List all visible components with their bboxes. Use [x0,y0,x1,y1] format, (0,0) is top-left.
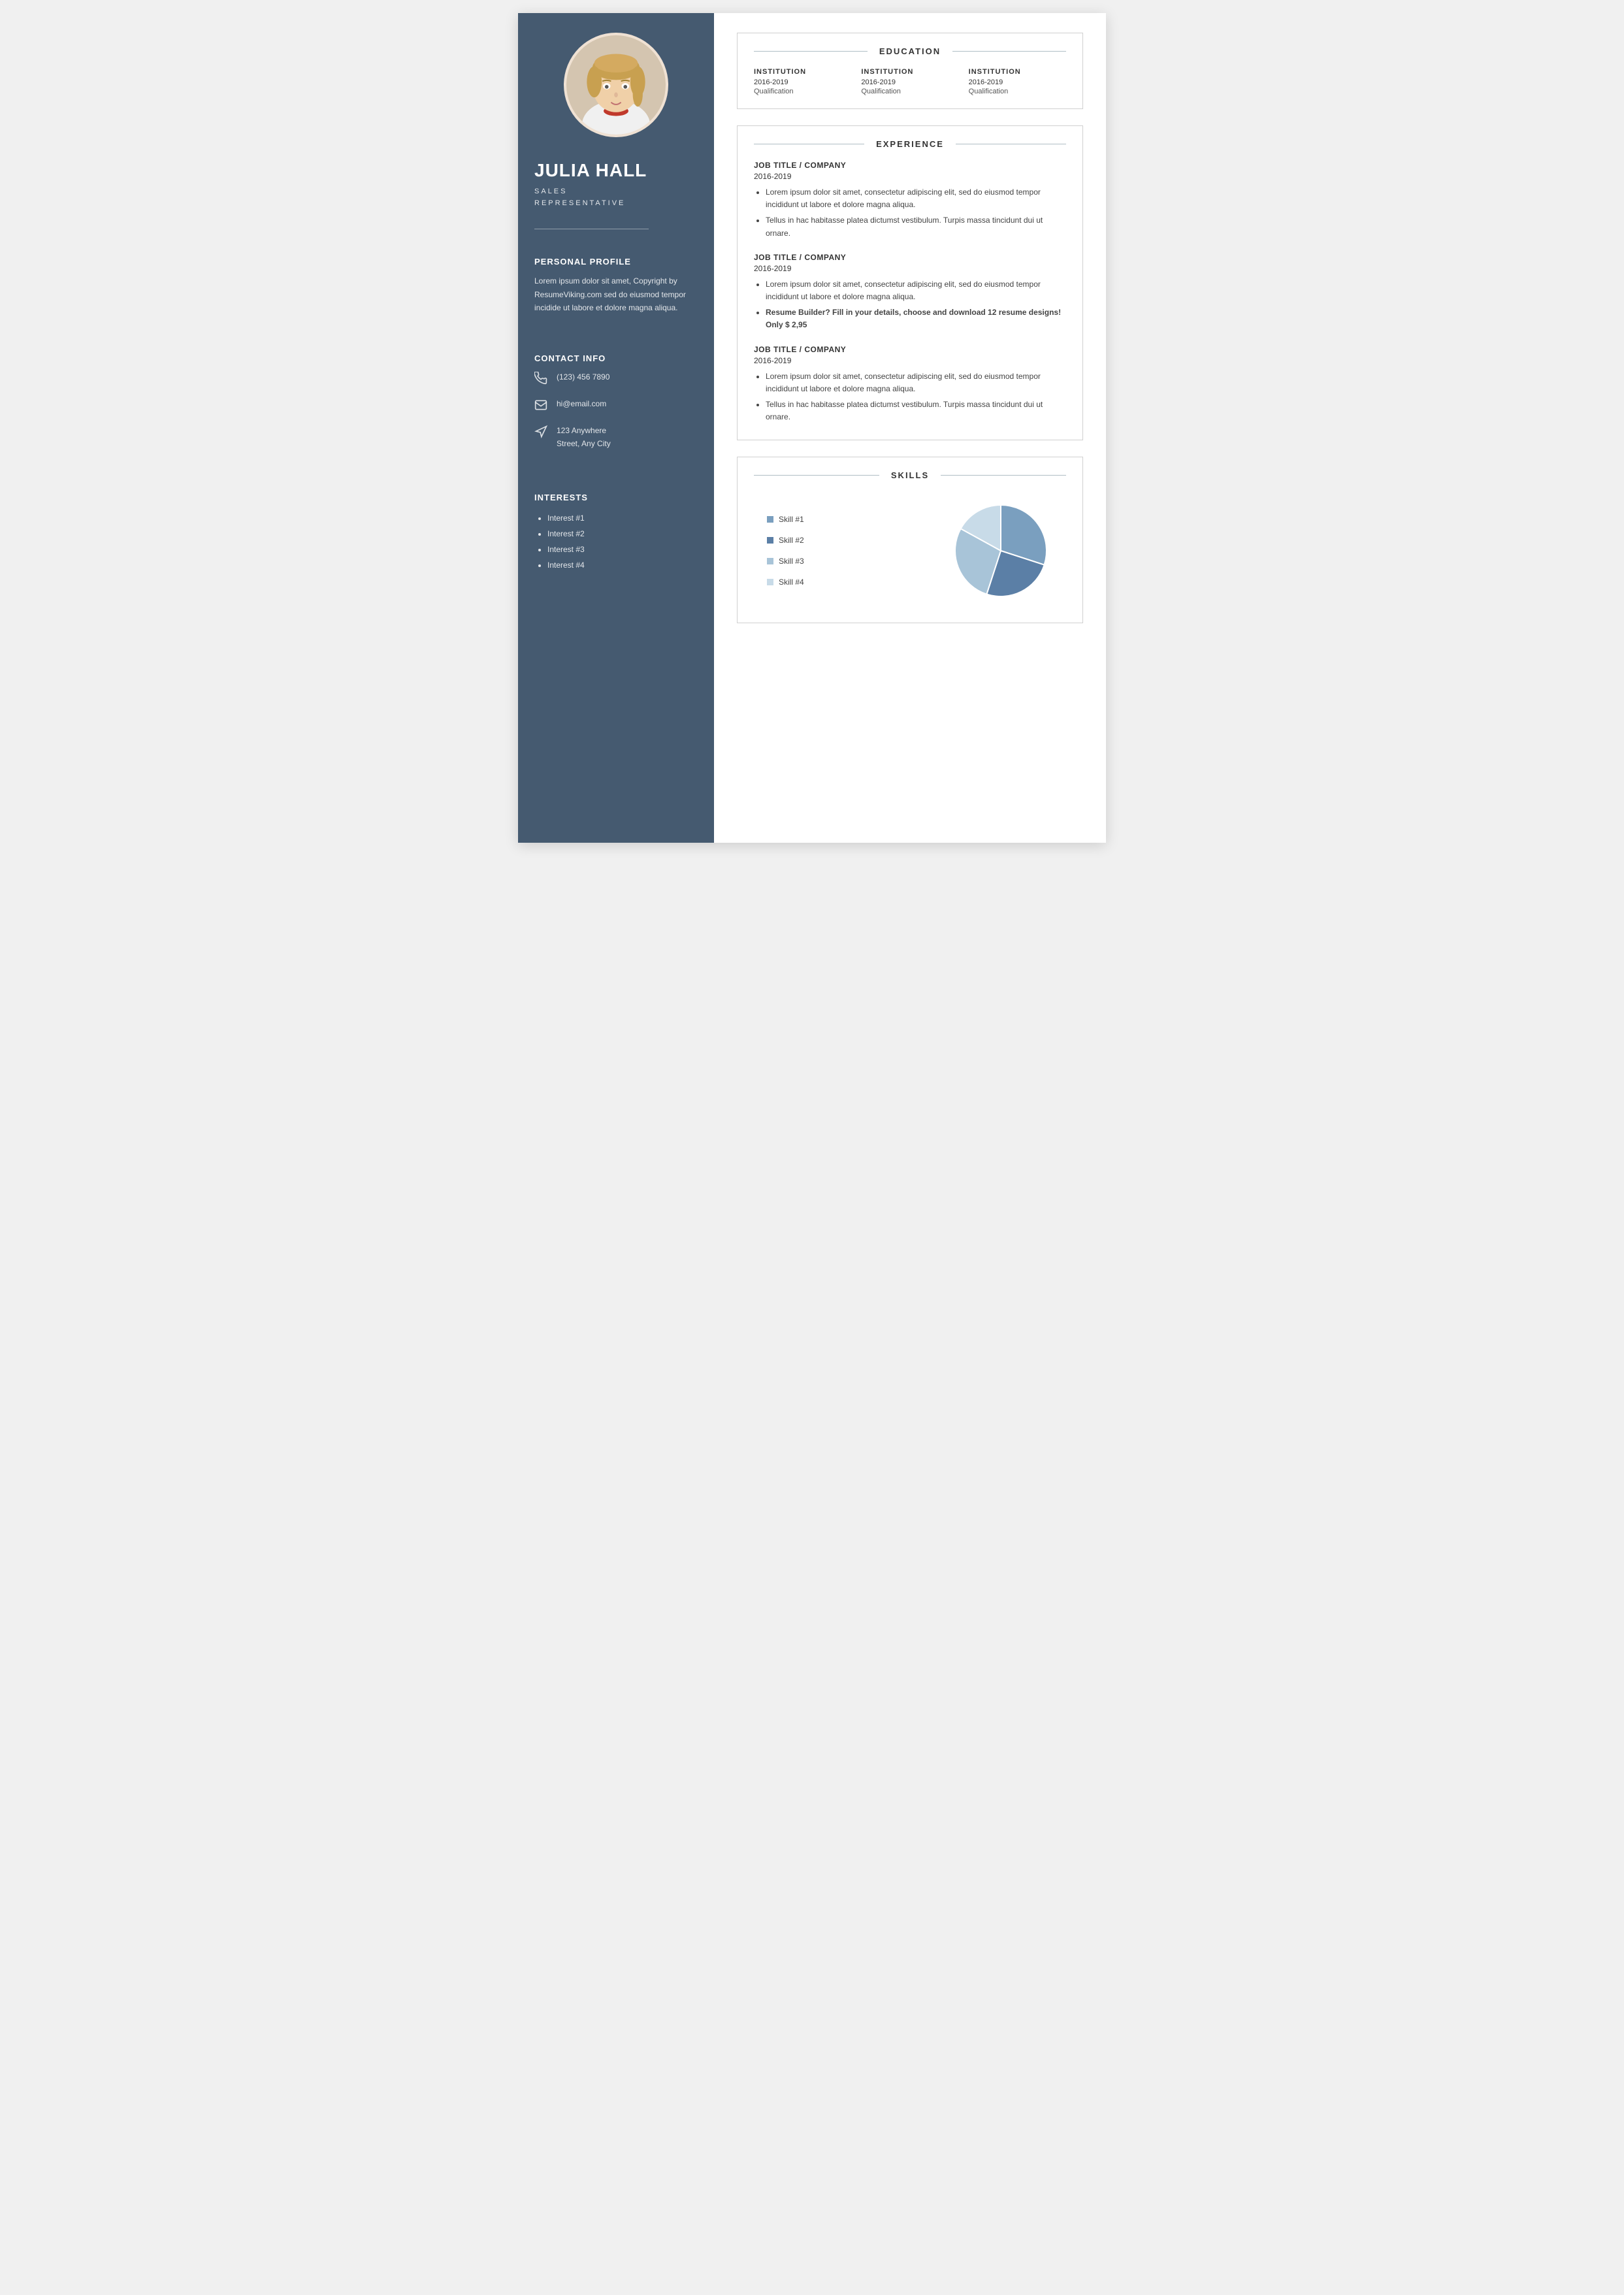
edu-qualification: Qualification [969,88,1066,95]
skill-legend-dot [767,537,773,544]
skill-legend-item: Skill #4 [767,578,804,587]
personal-profile-title: PERSONAL PROFILE [534,257,631,267]
exp-bullets: Lorem ipsum dolor sit amet, consectetur … [754,278,1066,332]
interest-item: Interest #2 [547,526,698,542]
skill-label: Skill #2 [779,536,804,545]
contact-title: CONTACT INFO [534,353,698,363]
exp-bullet: Lorem ipsum dolor sit amet, consectetur … [766,278,1066,303]
interest-item: Interest #4 [547,557,698,573]
education-item: INSTITUTION 2016-2019 Qualification [754,68,851,95]
exp-bullets: Lorem ipsum dolor sit amet, consectetur … [754,370,1066,424]
skills-line-left [754,475,879,476]
contact-address: 123 Anywhere Street, Any City [534,425,698,449]
candidate-name: JULIA HALL [534,160,647,181]
exp-bullet: Tellus in hac habitasse platea dictumst … [766,214,1066,239]
education-header: EDUCATION [754,46,1066,56]
contact-email: hi@email.com [534,398,698,415]
education-title: EDUCATION [874,46,946,56]
exp-job-title: JOB TITLE / COMPANY [754,345,1066,354]
education-line-right [952,51,1066,52]
avatar [564,33,668,137]
email-value: hi@email.com [557,398,606,410]
edu-qualification: Qualification [754,88,851,95]
education-item: INSTITUTION 2016-2019 Qualification [969,68,1066,95]
skill-legend-dot [767,579,773,585]
phone-icon [534,372,549,388]
interest-item: Interest #3 [547,542,698,557]
experience-item: JOB TITLE / COMPANY 2016-2019 Lorem ipsu… [754,345,1066,424]
resume-document: JULIA HALL SALES REPRESENTATIVE PERSONAL… [518,13,1106,843]
exp-bullet: Resume Builder? Fill in your details, ch… [766,306,1066,331]
skill-label: Skill #1 [779,515,804,524]
exp-bullet: Lorem ipsum dolor sit amet, consectetur … [766,370,1066,395]
job-title: SALES REPRESENTATIVE [534,186,625,209]
skill-legend-item: Skill #2 [767,536,804,545]
exp-bullets: Lorem ipsum dolor sit amet, consectetur … [754,186,1066,240]
address-value: 123 Anywhere Street, Any City [557,425,611,449]
skill-legend-dot [767,558,773,564]
skill-legend-item: Skill #3 [767,557,804,566]
experience-header: EXPERIENCE [754,139,1066,149]
skills-title: SKILLS [886,470,934,480]
exp-dates: 2016-2019 [754,356,1066,365]
education-grid: INSTITUTION 2016-2019 Qualification INST… [754,68,1066,95]
interests-section: INTERESTS Interest #1Interest #2Interest… [534,480,698,573]
experience-item: JOB TITLE / COMPANY 2016-2019 Lorem ipsu… [754,161,1066,240]
skill-legend-dot [767,516,773,523]
education-line-left [754,51,868,52]
skills-header: SKILLS [754,470,1066,480]
skills-pie-chart [949,498,1053,603]
skill-label: Skill #4 [779,578,804,587]
exp-dates: 2016-2019 [754,172,1066,181]
skills-legend: Skill #1 Skill #2 Skill #3 Skill #4 [767,515,804,587]
address-icon [534,425,549,442]
skill-legend-item: Skill #1 [767,515,804,524]
exp-bullet: Tellus in hac habitasse platea dictumst … [766,399,1066,423]
edu-dates: 2016-2019 [969,78,1066,86]
experience-section: EXPERIENCE JOB TITLE / COMPANY 2016-2019… [737,125,1083,440]
experience-list: JOB TITLE / COMPANY 2016-2019 Lorem ipsu… [754,161,1066,423]
contact-phone: (123) 456 7890 [534,371,698,388]
phone-value: (123) 456 7890 [557,371,609,383]
experience-item: JOB TITLE / COMPANY 2016-2019 Lorem ipsu… [754,253,1066,332]
interest-item: Interest #1 [547,510,698,526]
exp-job-title: JOB TITLE / COMPANY [754,161,1066,170]
main-content: EDUCATION INSTITUTION 2016-2019 Qualific… [714,13,1106,843]
skill-label: Skill #3 [779,557,804,566]
skills-content: Skill #1 Skill #2 Skill #3 Skill #4 [754,492,1066,610]
personal-profile-text: Lorem ipsum dolor sit amet, Copyright by… [534,274,698,314]
skills-line-right [941,475,1066,476]
edu-institution: INSTITUTION [861,68,958,76]
contact-section: CONTACT INFO (123) 456 7890 hi@email [534,340,698,459]
exp-bullet: Lorem ipsum dolor sit amet, consectetur … [766,186,1066,211]
education-item: INSTITUTION 2016-2019 Qualification [861,68,958,95]
edu-dates: 2016-2019 [861,78,958,86]
edu-dates: 2016-2019 [754,78,851,86]
edu-institution: INSTITUTION [754,68,851,76]
interests-title: INTERESTS [534,493,698,502]
experience-title: EXPERIENCE [871,139,949,149]
education-section: EDUCATION INSTITUTION 2016-2019 Qualific… [737,33,1083,109]
skills-section: SKILLS Skill #1 Skill #2 Skill #3 Skill … [737,457,1083,623]
sidebar: JULIA HALL SALES REPRESENTATIVE PERSONAL… [518,13,714,843]
interests-list: Interest #1Interest #2Interest #3Interes… [534,510,698,573]
edu-institution: INSTITUTION [969,68,1066,76]
edu-qualification: Qualification [861,88,958,95]
exp-job-title: JOB TITLE / COMPANY [754,253,1066,262]
exp-dates: 2016-2019 [754,264,1066,273]
email-icon [534,399,549,415]
